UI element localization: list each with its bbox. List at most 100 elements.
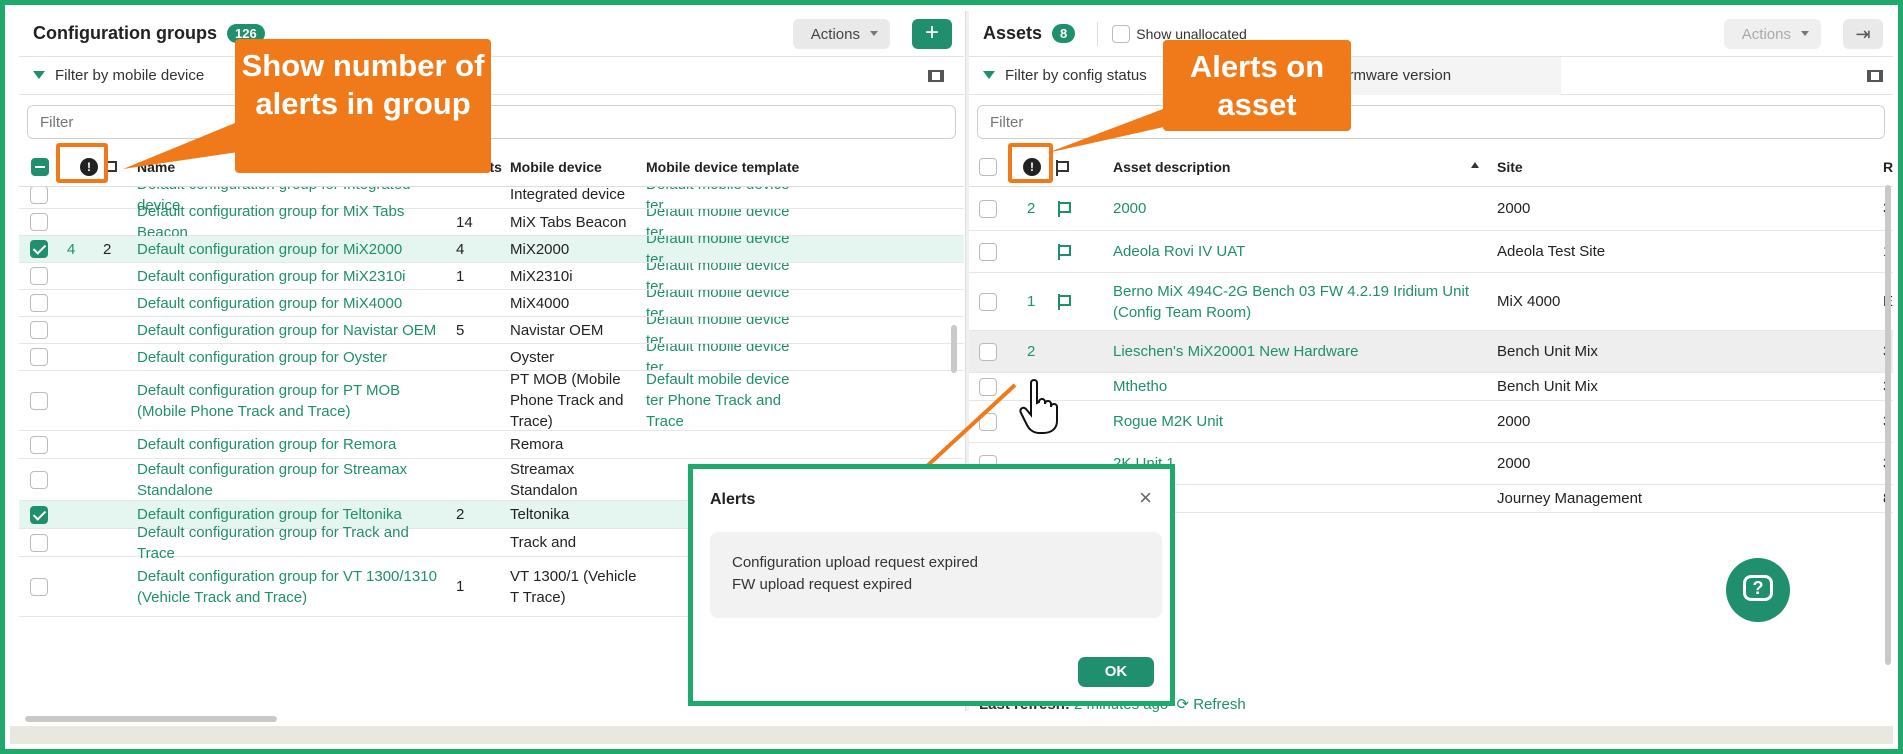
assets-actions-button[interactable]: Actions <box>1723 19 1821 49</box>
asset-description-link[interactable]: Mthetho <box>1113 373 1473 400</box>
row-checkbox[interactable] <box>979 412 997 431</box>
select-all-checkbox[interactable] <box>31 158 49 176</box>
group-name-link[interactable]: Default configuration group for Streamax… <box>137 459 442 500</box>
horizontal-scrollbar[interactable] <box>25 716 277 722</box>
alert-count-link[interactable] <box>1027 231 1047 272</box>
group-name-link[interactable]: Default configuration group for Track an… <box>137 524 442 562</box>
row-checkbox[interactable] <box>30 348 48 366</box>
row-checkbox[interactable] <box>30 391 48 410</box>
right-filter-input[interactable] <box>977 105 1885 139</box>
row-checkbox[interactable] <box>30 267 48 285</box>
flag-icon[interactable] <box>1055 160 1069 176</box>
table-row[interactable]: Default configuration group for Oyster Oy… <box>19 344 964 371</box>
group-name-link[interactable]: Default configuration group for Navistar… <box>137 317 442 343</box>
asset-description-column-header[interactable]: Asset description <box>1113 159 1230 175</box>
alert-message: Configuration upload request expired <box>732 554 978 571</box>
exit-icon[interactable]: ⇥ <box>1843 19 1883 49</box>
table-row[interactable]: Default configuration group for MiX2310i… <box>19 263 964 290</box>
template-link[interactable]: Default mobile device ter <box>646 290 796 316</box>
table-row[interactable]: Rogue M2K Unit20003 <box>969 401 1893 443</box>
asset-description-link[interactable]: Berno MiX 494C-2G Bench 03 FW 4.2.19 Iri… <box>1113 273 1473 330</box>
group-name-link[interactable]: Default configuration group for MiX Tabs… <box>137 203 442 241</box>
table-row[interactable]: 1 Berno MiX 494C-2G Bench 03 FW 4.2.19 Ir… <box>969 273 1893 331</box>
template-column-header[interactable]: Mobile device template <box>646 159 799 175</box>
group-name-link[interactable]: Default configuration group for Oyster <box>137 344 442 370</box>
columns-icon[interactable] <box>928 70 944 82</box>
ok-button[interactable]: OK <box>1078 657 1154 687</box>
left-vertical-scrollbar[interactable] <box>951 325 957 373</box>
table-row[interactable]: Adeola Rovi IV UATAdeola Test Site1 <box>969 231 1893 273</box>
pointer-hand-icon <box>1019 379 1058 434</box>
table-row[interactable]: Default configuration group for PT MOB (… <box>19 371 964 431</box>
group-name-link[interactable]: Default configuration group for Remora <box>137 431 442 458</box>
table-row[interactable]: 2 Lieschen's MiX20001 New Hardware Bench U… <box>969 331 1893 373</box>
select-all-assets-checkbox[interactable] <box>979 158 997 176</box>
template-link[interactable]: Default mobile device ter Phone Track an… <box>646 371 796 430</box>
right-vertical-scrollbar[interactable] <box>1885 185 1891 665</box>
mobile-device-column-header[interactable]: Mobile device <box>510 159 602 175</box>
row-checkbox[interactable] <box>30 435 48 454</box>
template-link[interactable]: Default mobile device ter <box>646 344 796 370</box>
alert-count-link[interactable]: 1 <box>1027 273 1047 330</box>
row-checkbox[interactable] <box>30 321 48 339</box>
row-checkbox[interactable] <box>979 292 997 311</box>
table-row[interactable]: 4 2 Default configuration group for MiX200… <box>19 236 964 263</box>
table-row[interactable]: Default configuration group for Remora Re… <box>19 431 964 459</box>
row-checkbox[interactable] <box>979 342 997 361</box>
template-link[interactable]: Default mobile device ter <box>646 187 796 208</box>
group-name-link[interactable]: Default configuration group for VT 1300/… <box>137 557 442 616</box>
group-name-link[interactable]: Default configuration group for MiX2000 <box>137 236 442 262</box>
template-link[interactable]: Default mobile device ter <box>646 263 796 289</box>
alert-count-link[interactable]: 2 <box>1027 331 1047 372</box>
left-table-header: ! Name Assets Mobile device Mobile devic… <box>19 147 964 187</box>
row-checkbox[interactable] <box>979 199 997 218</box>
row-checkbox[interactable] <box>30 577 48 596</box>
row-checkbox[interactable] <box>30 240 48 258</box>
template-link[interactable]: Default mobile device ter <box>646 317 796 343</box>
row-checkbox[interactable] <box>30 533 48 552</box>
table-row[interactable]: Default configuration group for Navistar… <box>19 317 964 344</box>
table-row[interactable]: MthethoBench Unit Mix3 <box>969 373 1893 401</box>
row-checkbox[interactable] <box>979 377 997 396</box>
table-row[interactable]: 2200020003 <box>969 187 1893 231</box>
group-name-link[interactable]: Default configuration group for MiX2310i <box>137 263 442 289</box>
template-link[interactable]: Default mobile device ter <box>646 236 796 262</box>
table-row[interactable]: Default configuration group for MiX Tabs… <box>19 203 964 241</box>
group-name-link[interactable]: Default configuration group for MiX4000 <box>137 290 442 316</box>
asset-count: 4 <box>456 240 465 258</box>
name-column-header[interactable]: Name <box>137 159 175 175</box>
filter-by-firmware-tab[interactable]: by firmware version <box>1321 57 1561 95</box>
actions-button[interactable]: Actions <box>792 19 890 49</box>
asset-description-link[interactable]: Adeola Rovi IV UAT <box>1113 231 1473 272</box>
sort-asc-icon <box>1471 162 1479 168</box>
site-column-header[interactable]: Site <box>1497 159 1523 175</box>
group-name-link[interactable]: Default configuration group for PT MOB (… <box>137 371 442 430</box>
template-link[interactable] <box>646 431 796 458</box>
left-filter-input[interactable] <box>27 105 956 139</box>
filter-by-config-status-tab[interactable]: Filter by config status <box>969 57 1149 95</box>
window-bottom-strip <box>10 726 1893 744</box>
alert-count-link[interactable]: 2 <box>1027 187 1047 230</box>
template-link[interactable]: Default mobile device ter <box>646 209 796 235</box>
asset-description-link[interactable]: Lieschen's MiX20001 New Hardware <box>1113 331 1473 372</box>
show-unallocated-checkbox[interactable] <box>1112 24 1131 43</box>
close-icon[interactable]: × <box>1139 485 1152 511</box>
alert-count <box>67 459 87 500</box>
row-checkbox[interactable] <box>30 213 48 231</box>
row-checkbox[interactable] <box>979 242 997 261</box>
table-row[interactable]: Default configuration group for MiX4000 M… <box>19 290 964 317</box>
header-separator <box>1097 21 1099 46</box>
flag-count <box>103 263 123 289</box>
add-button[interactable]: + <box>912 19 952 49</box>
row-checkbox[interactable] <box>30 187 48 204</box>
asset-description-link[interactable]: Rogue M2K Unit <box>1113 401 1473 442</box>
left-callout: Show number of alerts in group <box>235 39 491 173</box>
row-checkbox[interactable] <box>30 505 48 524</box>
filter-by-mobile-device-tab[interactable]: Filter by mobile device <box>19 57 239 95</box>
refresh-button[interactable]: ⟳ Refresh <box>1176 696 1245 713</box>
asset-description-link[interactable]: 2000 <box>1113 187 1473 230</box>
columns-icon[interactable] <box>1867 70 1883 82</box>
row-checkbox[interactable] <box>30 470 48 489</box>
help-button[interactable]: ? <box>1726 558 1790 622</box>
row-checkbox[interactable] <box>30 294 48 312</box>
